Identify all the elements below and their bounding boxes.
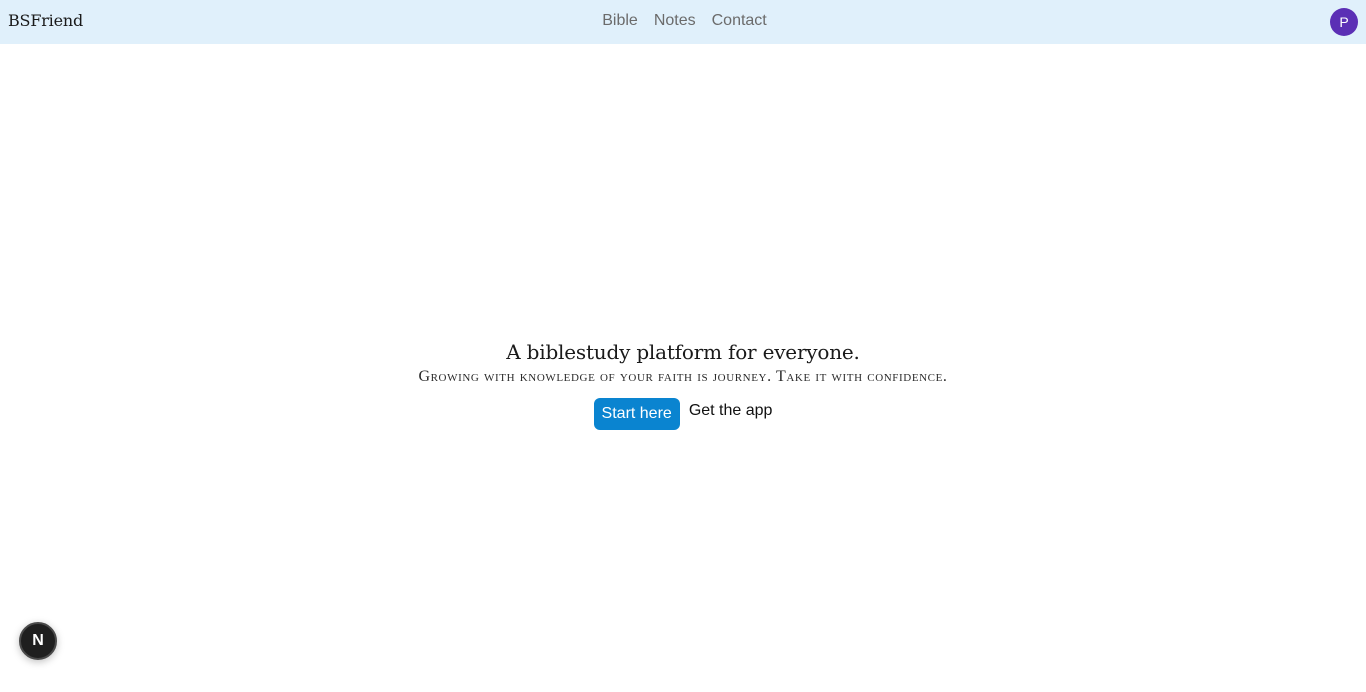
hero-subtitle: Growing with knowledge of your faith is …	[418, 368, 948, 385]
nav-link-bible[interactable]: Bible	[602, 12, 638, 30]
start-here-button[interactable]: Start here	[593, 398, 680, 430]
hero-actions: Start here Get the app	[593, 398, 773, 430]
hero-title: A biblestudy platform for everyone.	[506, 340, 860, 364]
dev-tools-button[interactable]: N	[19, 622, 57, 660]
nav-links: Bible Notes Contact	[0, 12, 1366, 30]
navbar: BSFriend Bible Notes Contact P	[0, 0, 1366, 44]
user-avatar[interactable]: P	[1330, 8, 1358, 36]
nav-link-notes[interactable]: Notes	[654, 12, 696, 30]
page: BSFriend Bible Notes Contact P A biblest…	[0, 0, 1366, 692]
get-the-app-link[interactable]: Get the app	[689, 402, 773, 420]
hero-section: A biblestudy platform for everyone. Grow…	[0, 338, 1366, 430]
nav-link-contact[interactable]: Contact	[712, 12, 767, 30]
n-logo-icon: N	[32, 632, 44, 649]
